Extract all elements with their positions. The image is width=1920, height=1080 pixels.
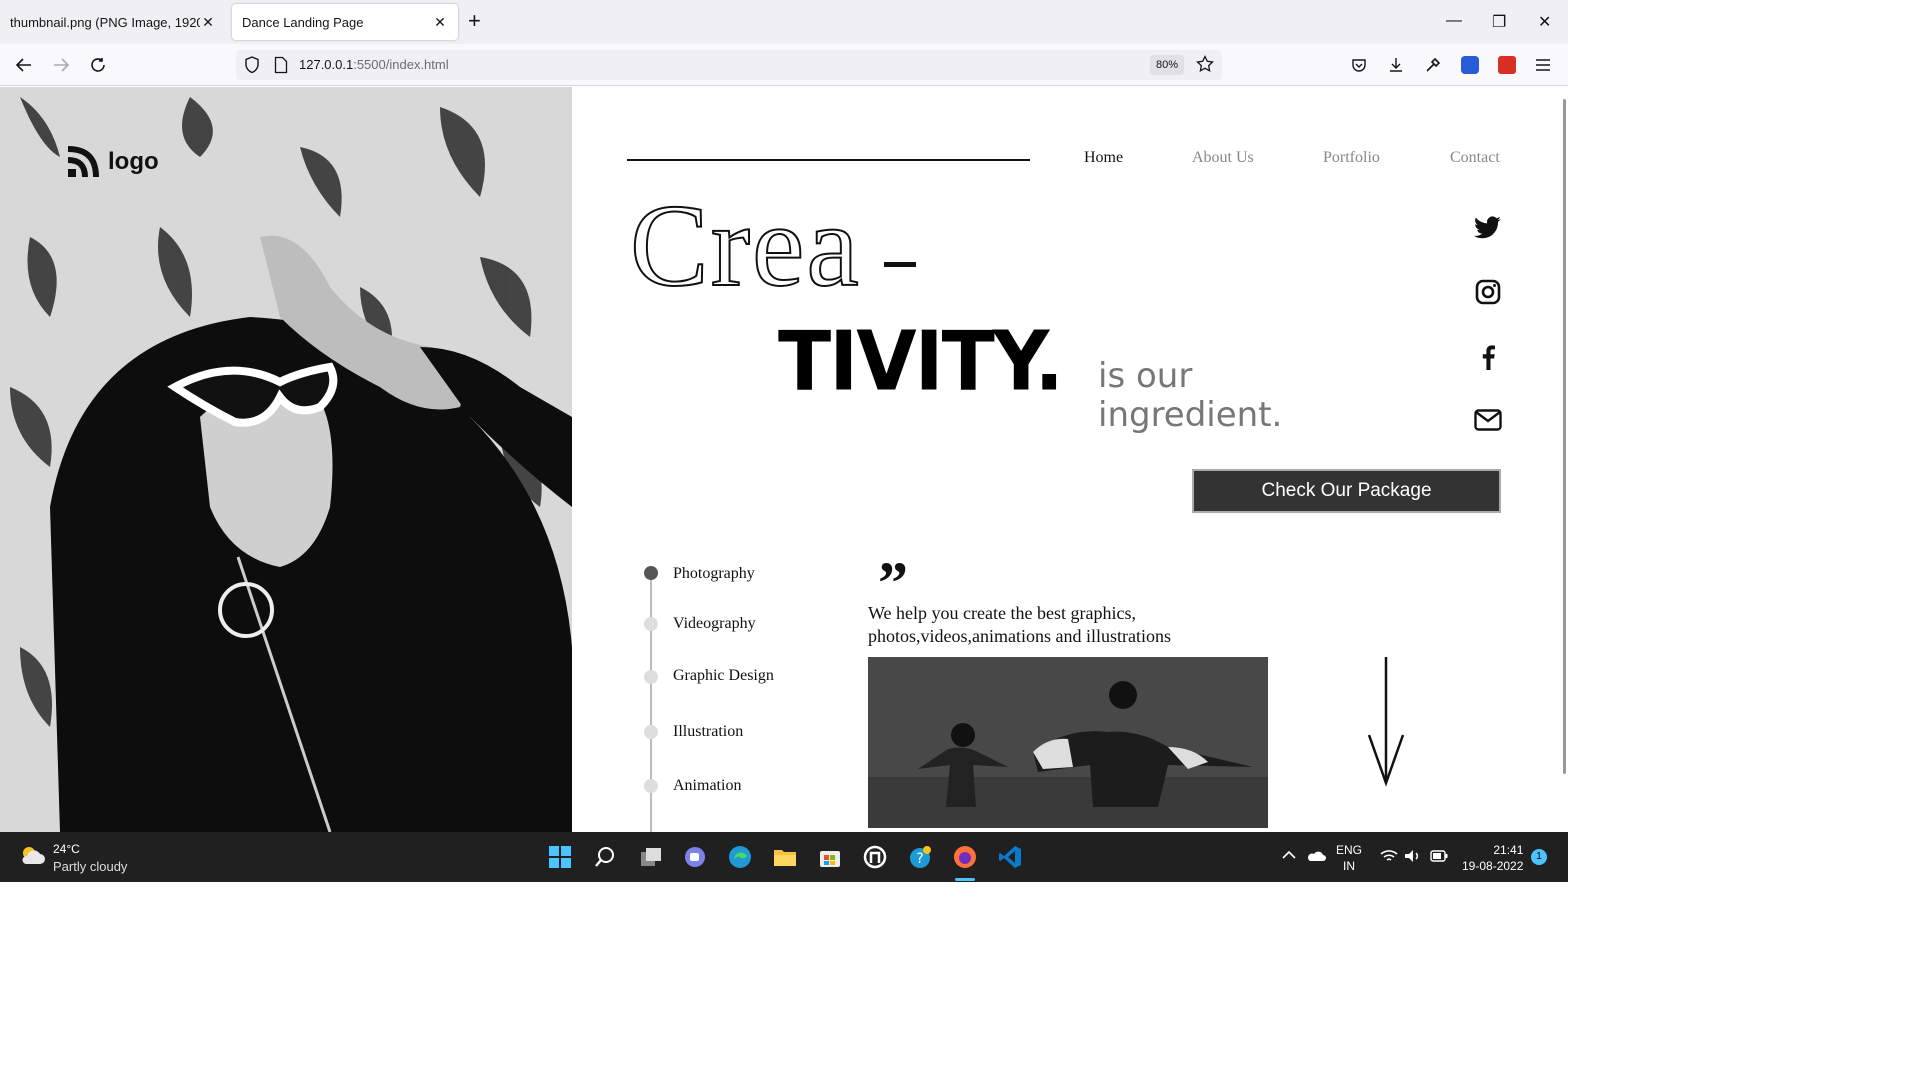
notification-badge[interactable]: 1 [1531, 849, 1547, 865]
services-timeline [650, 574, 652, 832]
twitter-icon[interactable] [1472, 212, 1504, 244]
back-icon[interactable] [12, 53, 36, 77]
hero-photo: logo [0, 87, 572, 832]
url-host: 127.0.0.1 [299, 57, 354, 72]
service-videography[interactable]: Videography [673, 615, 756, 633]
weather-temperature[interactable]: 24°C [53, 842, 80, 856]
edge-browser-icon[interactable] [727, 844, 753, 870]
tab-close-icon[interactable]: ✕ [200, 14, 216, 31]
dancers-photo-illustration [868, 657, 1268, 828]
svg-text:?: ? [916, 851, 923, 867]
show-hidden-icons-icon[interactable] [1282, 848, 1296, 864]
nav-about-us[interactable]: About Us [1192, 149, 1254, 167]
zoom-indicator[interactable]: 80% [1150, 55, 1185, 75]
tab-label: Dance Landing Page [242, 14, 364, 30]
forward-icon[interactable] [49, 53, 73, 77]
clock-time: 21:41 [1493, 843, 1524, 857]
tab-close-icon[interactable]: ✕ [432, 14, 448, 31]
landing-page: logo Home About Us Portfolio Contact Cre… [0, 87, 1568, 832]
minimize-icon[interactable]: — [1446, 12, 1462, 30]
url-text[interactable]: 127.0.0.1:5500/index.html [299, 57, 449, 72]
menu-icon[interactable] [1531, 53, 1555, 77]
address-bar[interactable]: 127.0.0.1:5500/index.html 80% [236, 50, 1222, 80]
clock-date: 19-08-2022 [1462, 859, 1524, 873]
scroll-down-arrow-icon[interactable] [1366, 655, 1406, 792]
new-tab-icon[interactable]: + [468, 10, 481, 32]
shield-icon[interactable] [244, 56, 260, 79]
window-close-icon[interactable]: ✕ [1538, 12, 1551, 32]
scrollbar-thumb[interactable] [1563, 99, 1566, 774]
headline-crea: Crea [629, 180, 861, 311]
windows-start-icon[interactable] [547, 844, 573, 870]
timeline-dot[interactable] [644, 670, 658, 684]
page-icon[interactable] [274, 56, 288, 79]
mail-icon[interactable] [1472, 404, 1504, 436]
timeline-dot[interactable] [644, 617, 658, 631]
active-app-indicator [955, 878, 975, 881]
service-illustration[interactable]: Illustration [673, 723, 743, 741]
vscode-icon[interactable] [997, 844, 1023, 870]
language-indicator[interactable]: ENG IN [1336, 842, 1362, 874]
file-explorer-icon[interactable] [772, 844, 798, 870]
tab-dance-landing-page[interactable]: Dance Landing Page ✕ [232, 4, 458, 40]
search-icon[interactable] [592, 844, 618, 870]
app-circle-icon[interactable] [862, 844, 888, 870]
clock[interactable]: 21:41 19-08-2022 [1462, 842, 1523, 874]
site-logo[interactable]: logo [66, 145, 159, 179]
onedrive-icon[interactable] [1306, 850, 1326, 866]
extension-red-icon[interactable] [1495, 53, 1519, 77]
headline-tivity: TIVITY. [778, 314, 1064, 410]
header-divider [627, 159, 1030, 161]
language-code: ENG [1336, 843, 1363, 857]
pocket-icon[interactable] [1347, 53, 1371, 77]
main-content: Home About Us Portfolio Contact Crea TIV… [572, 87, 1562, 832]
logo-text: logo [108, 148, 159, 175]
service-graphic-design[interactable]: Graphic Design [673, 667, 774, 685]
logo-icon [67, 146, 99, 178]
battery-icon[interactable] [1430, 850, 1448, 866]
tagline-line2: ingredient. [1098, 395, 1283, 435]
extension-blue-icon[interactable] [1458, 53, 1482, 77]
instagram-icon[interactable] [1472, 276, 1504, 308]
timeline-dot[interactable] [644, 725, 658, 739]
volume-icon[interactable] [1404, 849, 1422, 867]
hero-photo-illustration [0, 87, 572, 832]
weather-icon[interactable] [18, 844, 46, 873]
downloads-icon[interactable] [1384, 53, 1408, 77]
facebook-icon[interactable] [1472, 341, 1504, 373]
taskbar: 24°C Partly cloudy ? ENG IN 21:41 19-08-… [0, 832, 1568, 882]
nav-contact[interactable]: Contact [1450, 149, 1500, 167]
teams-chat-icon[interactable] [682, 844, 708, 870]
weather-description[interactable]: Partly cloudy [53, 859, 127, 874]
blurb-line1: We help you create the best graphics, [868, 603, 1136, 623]
firefox-icon[interactable] [952, 844, 978, 870]
wifi-icon[interactable] [1380, 849, 1398, 867]
tab-label: thumbnail.png (PNG Image, 1920 × [10, 14, 200, 30]
nav-portfolio[interactable]: Portfolio [1323, 149, 1380, 167]
timeline-dot[interactable] [644, 779, 658, 793]
url-path: :5500/index.html [353, 57, 449, 72]
eyedropper-icon[interactable] [1421, 53, 1445, 77]
reload-icon[interactable] [86, 53, 110, 77]
browser-tab-bar: thumbnail.png (PNG Image, 1920 × ✕ Dance… [0, 0, 1568, 44]
get-help-icon[interactable]: ? [907, 844, 933, 870]
bookmark-star-icon[interactable] [1196, 54, 1214, 78]
restore-icon[interactable]: ❐ [1492, 12, 1506, 32]
browser-nav-bar: 127.0.0.1:5500/index.html 80% [0, 44, 1568, 86]
nav-home[interactable]: Home [1084, 149, 1123, 167]
service-photography[interactable]: Photography [673, 565, 755, 583]
page-scrollbar[interactable] [1562, 87, 1568, 832]
service-animation[interactable]: Animation [673, 777, 741, 795]
blurb-line2: photos,videos,animations and illustratio… [868, 626, 1171, 646]
tagline-line1: is our [1098, 356, 1193, 396]
microsoft-store-icon[interactable] [817, 844, 843, 870]
tab-thumbnail[interactable]: thumbnail.png (PNG Image, 1920 × ✕ [0, 4, 226, 40]
dancers-photo [868, 657, 1268, 828]
task-view-icon[interactable] [638, 844, 664, 870]
check-package-button[interactable]: Check Our Package [1192, 469, 1501, 513]
headline-hyphen [884, 262, 916, 267]
language-region: IN [1343, 859, 1355, 873]
timeline-dot[interactable] [644, 566, 658, 580]
